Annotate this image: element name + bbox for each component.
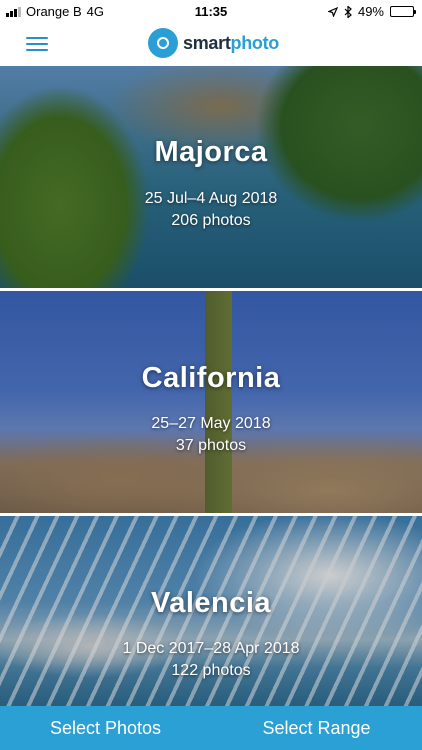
album-card-california[interactable]: California 25–27 May 2018 37 photos <box>0 291 422 513</box>
battery-percent: 49% <box>357 4 384 19</box>
album-dates: 1 Dec 2017–28 Apr 2018 <box>122 640 300 657</box>
app-header: smartphoto <box>0 22 422 66</box>
logo-text-prefix: smart <box>183 32 231 53</box>
smartphoto-logo: smartphoto <box>148 28 279 58</box>
logo-text-suffix: photo <box>230 32 280 53</box>
logo-text: smartphoto <box>183 33 279 54</box>
location-arrow-icon <box>327 6 338 17</box>
album-cover-overlay <box>0 291 422 513</box>
status-bar: Orange B 4G 11:35 49% <box>0 0 422 22</box>
album-cover-overlay <box>0 66 422 288</box>
album-dates: 25–27 May 2018 <box>151 415 271 432</box>
album-card-valencia[interactable]: Valencia 1 Dec 2017–28 Apr 2018 122 phot… <box>0 516 422 706</box>
album-photo-count: 122 photos <box>171 662 251 679</box>
album-title: Majorca <box>154 136 268 168</box>
battery-icon <box>390 6 416 17</box>
album-card-majorca[interactable]: Majorca 25 Jul–4 Aug 2018 206 photos <box>0 66 422 288</box>
hamburger-menu-icon[interactable] <box>26 35 48 53</box>
bluetooth-icon <box>344 5 352 18</box>
album-title: California <box>141 362 281 394</box>
logo-mark-icon <box>148 28 178 58</box>
album-dates: 25 Jul–4 Aug 2018 <box>144 190 278 207</box>
album-photo-count: 206 photos <box>171 212 251 229</box>
status-right: 49% <box>327 4 416 19</box>
album-photo-count: 37 photos <box>175 437 247 454</box>
select-range-button[interactable]: Select Range <box>211 706 422 750</box>
bottom-action-bar: Select Photos Select Range <box>0 706 422 750</box>
album-title: Valencia <box>150 587 272 619</box>
select-photos-button[interactable]: Select Photos <box>0 706 211 750</box>
